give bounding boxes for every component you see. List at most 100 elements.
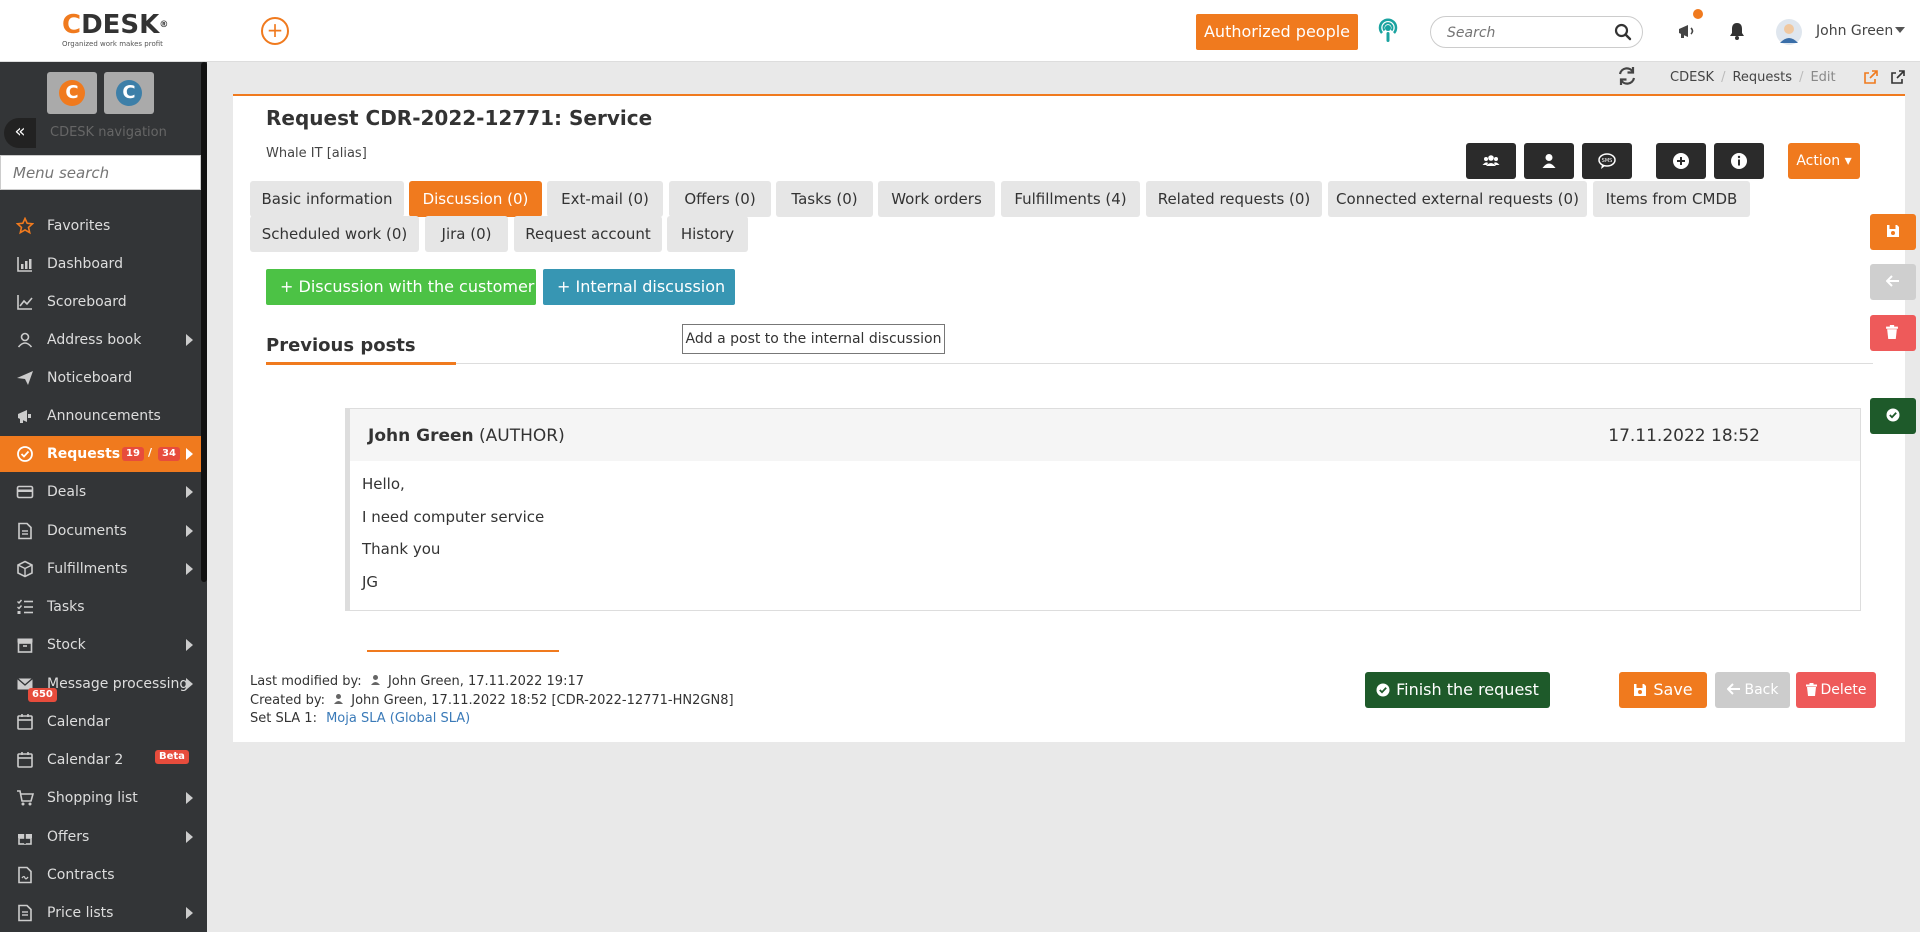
assignee-button[interactable] [1524,143,1574,179]
global-search [1430,16,1643,48]
save-button[interactable]: Save [1619,672,1707,708]
save-icon [1887,225,1899,237]
menu-search-input[interactable] [1,156,200,189]
podcast-icon[interactable] [1374,17,1402,45]
add-item-button[interactable] [1656,143,1706,179]
sidebar-item-fulfillments[interactable]: Fulfillments [0,551,201,587]
expand-arrow-icon[interactable] [186,334,193,346]
finish-request-button[interactable]: Finish the request [1365,672,1550,708]
sidebar-item-documents[interactable]: Documents [0,513,201,549]
back-button[interactable]: Back [1715,672,1790,708]
sidebar-item-noticeboard[interactable]: Noticeboard [0,360,201,396]
collapse-sidebar-button[interactable]: « [4,118,36,148]
tab-items-from-cmdb[interactable]: Items from CMDB [1593,181,1750,217]
sidebar-item-tasks[interactable]: Tasks [0,589,201,625]
tab-offers[interactable]: Offers (0) [669,181,771,217]
user-name[interactable]: John Green [1816,23,1893,39]
expand-arrow-icon[interactable] [186,563,193,575]
add-new-button[interactable]: + [261,17,289,45]
megaphone-icon[interactable] [1676,20,1698,42]
tab-work-orders[interactable]: Work orders [878,181,995,217]
tab-ext-mail[interactable]: Ext-mail (0) [547,181,663,217]
open-new-window-icon[interactable] [1891,70,1905,84]
sms-button[interactable]: SMS [1582,143,1632,179]
sidebar-item-scoreboard[interactable]: Scoreboard [0,284,201,320]
team-button[interactable] [1466,143,1516,179]
sidebar-scrollbar[interactable] [201,62,207,582]
sidebar-item-message-processing[interactable]: Message processing 650 [0,666,201,702]
requests-total-badge: 34 [158,447,180,461]
float-back-button[interactable] [1870,264,1916,300]
tab-related-requests[interactable]: Related requests (0) [1146,181,1322,217]
sidebar-item-contracts[interactable]: Contracts [0,857,201,893]
user-icon [17,332,33,348]
sidebar-item-deals[interactable]: Deals [0,474,201,510]
internal-discussion-tooltip: Add a post to the internal discussion [682,324,945,354]
sidebar-item-calendar-2[interactable]: Calendar 2 Beta [0,742,201,778]
app-switch-cdesk[interactable]: C [47,72,97,114]
svg-text:SMS: SMS [1602,158,1613,164]
tab-scheduled-work[interactable]: Scheduled work (0) [250,216,419,252]
sla-link[interactable]: Moja SLA (Global SLA) [326,711,470,726]
info-button[interactable] [1714,143,1764,179]
tab-history[interactable]: History [667,216,748,252]
tab-discussion[interactable]: Discussion (0) [409,181,542,217]
chevron-down-icon[interactable] [1895,27,1905,33]
tab-basic-information[interactable]: Basic information [250,181,404,217]
sidebar-item-address-book[interactable]: Address book [0,322,201,358]
trash-icon [1805,683,1817,696]
expand-arrow-icon[interactable] [186,831,193,843]
expand-arrow-icon[interactable] [186,907,193,919]
app-switch-secondary[interactable]: C [104,72,154,114]
tasks-icon [17,599,33,614]
top-bar: CDESK® Organized work makes profit + Aut… [0,0,1920,62]
sidebar-item-favorites[interactable]: Favorites [0,208,201,244]
search-icon[interactable] [1614,23,1632,41]
action-dropdown-button[interactable]: Action ▾ [1788,143,1860,179]
cdesk-logo[interactable]: CDESK® Organized work makes profit [62,12,182,52]
internal-discussion-button[interactable]: + Internal discussion [543,269,735,305]
sidebar-item-announcements[interactable]: Announcements [0,398,201,434]
tab-fulfillments[interactable]: Fulfillments (4) [1001,181,1140,217]
page-title: Request CDR-2022-12771: Service [266,106,653,130]
float-save-button[interactable] [1870,214,1916,250]
discussion-with-customer-button[interactable]: + Discussion with the customer [266,269,536,305]
avatar[interactable] [1776,19,1802,45]
last-modified-info: Last modified by: John Green, 17.11.2022… [250,674,584,689]
expand-arrow-icon[interactable] [186,792,193,804]
calendar-icon [17,714,33,730]
bell-icon[interactable] [1726,20,1748,42]
sidebar-item-stock[interactable]: Stock [0,627,201,663]
search-input[interactable] [1447,23,1607,43]
expand-arrow-icon[interactable] [186,678,193,690]
tab-request-account[interactable]: Request account [514,216,662,252]
sidebar-item-dashboard[interactable]: Dashboard [0,246,201,282]
delete-button[interactable]: Delete [1796,672,1876,708]
authorized-people-button[interactable]: Authorized people [1196,14,1358,50]
float-delete-button[interactable] [1870,315,1916,351]
cart-icon [17,790,34,806]
external-link-icon[interactable] [1864,70,1878,84]
breadcrumb-cdesk[interactable]: CDESK [1670,70,1714,85]
tab-tasks[interactable]: Tasks (0) [776,181,873,217]
expand-arrow-icon[interactable] [186,486,193,498]
float-finish-button[interactable] [1870,398,1916,434]
post-text-line: Hello, [362,475,405,493]
tab-connected-external-requests[interactable]: Connected external requests (0) [1328,181,1587,217]
sidebar-item-requests[interactable]: Requests 19 / 34 [0,436,201,472]
refresh-icon[interactable] [1616,65,1638,87]
breadcrumb-requests[interactable]: Requests [1732,70,1792,85]
message-count-badge: 650 [28,688,57,702]
user-icon [1542,154,1556,168]
expand-arrow-icon[interactable] [186,448,193,460]
expand-arrow-icon[interactable] [186,639,193,651]
footer-divider-accent [367,650,559,652]
sidebar-item-price-lists[interactable]: Price lists [0,895,201,931]
expand-arrow-icon[interactable] [186,525,193,537]
sidebar-item-shopping-list[interactable]: Shopping list [0,780,201,816]
tab-jira[interactable]: Jira (0) [425,216,508,252]
sidebar-item-offers[interactable]: Offers [0,819,201,855]
price-list-icon [18,904,32,922]
arrow-left-icon [1726,683,1740,695]
sidebar-item-calendar[interactable]: Calendar [0,704,201,740]
